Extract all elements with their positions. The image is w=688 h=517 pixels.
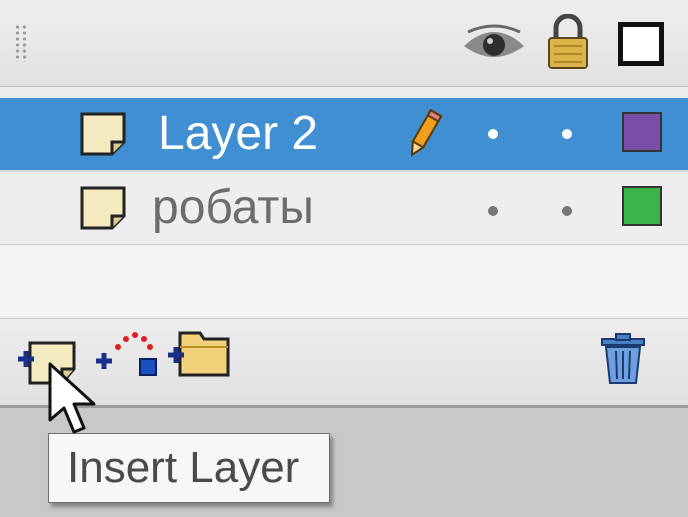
- layer-name[interactable]: робаты: [152, 178, 314, 238]
- tooltip: Insert Layer: [48, 433, 330, 503]
- empty-layer-area: [0, 246, 688, 316]
- eye-icon[interactable]: [462, 24, 526, 64]
- visibility-dot[interactable]: [488, 206, 498, 216]
- lock-icon[interactable]: [546, 14, 590, 70]
- layer-row[interactable]: робаты: [0, 172, 688, 245]
- layer-icon: [80, 186, 126, 230]
- mouse-cursor-icon: [48, 362, 96, 434]
- layer-name[interactable]: Layer 2: [158, 104, 318, 164]
- outline-color-swatch[interactable]: [622, 112, 662, 152]
- add-motion-guide-icon[interactable]: [92, 327, 160, 389]
- insert-layer-folder-icon[interactable]: [166, 325, 232, 381]
- layers-header: [0, 0, 688, 87]
- timeline-layers-panel: Layer 2 робаты: [0, 0, 688, 408]
- layer-toolbar: [0, 318, 688, 405]
- layer-row-selected[interactable]: Layer 2: [0, 98, 688, 170]
- lock-dot[interactable]: [562, 129, 572, 139]
- visibility-dot[interactable]: [488, 129, 498, 139]
- outline-icon[interactable]: [618, 22, 664, 66]
- lock-dot[interactable]: [562, 206, 572, 216]
- pencil-icon: [410, 108, 443, 157]
- panel-grip-handle[interactable]: [14, 24, 28, 62]
- outline-color-swatch[interactable]: [622, 186, 662, 226]
- delete-layer-icon[interactable]: [600, 333, 646, 385]
- tooltip-text: Insert Layer: [67, 443, 300, 492]
- layer-icon: [80, 112, 126, 156]
